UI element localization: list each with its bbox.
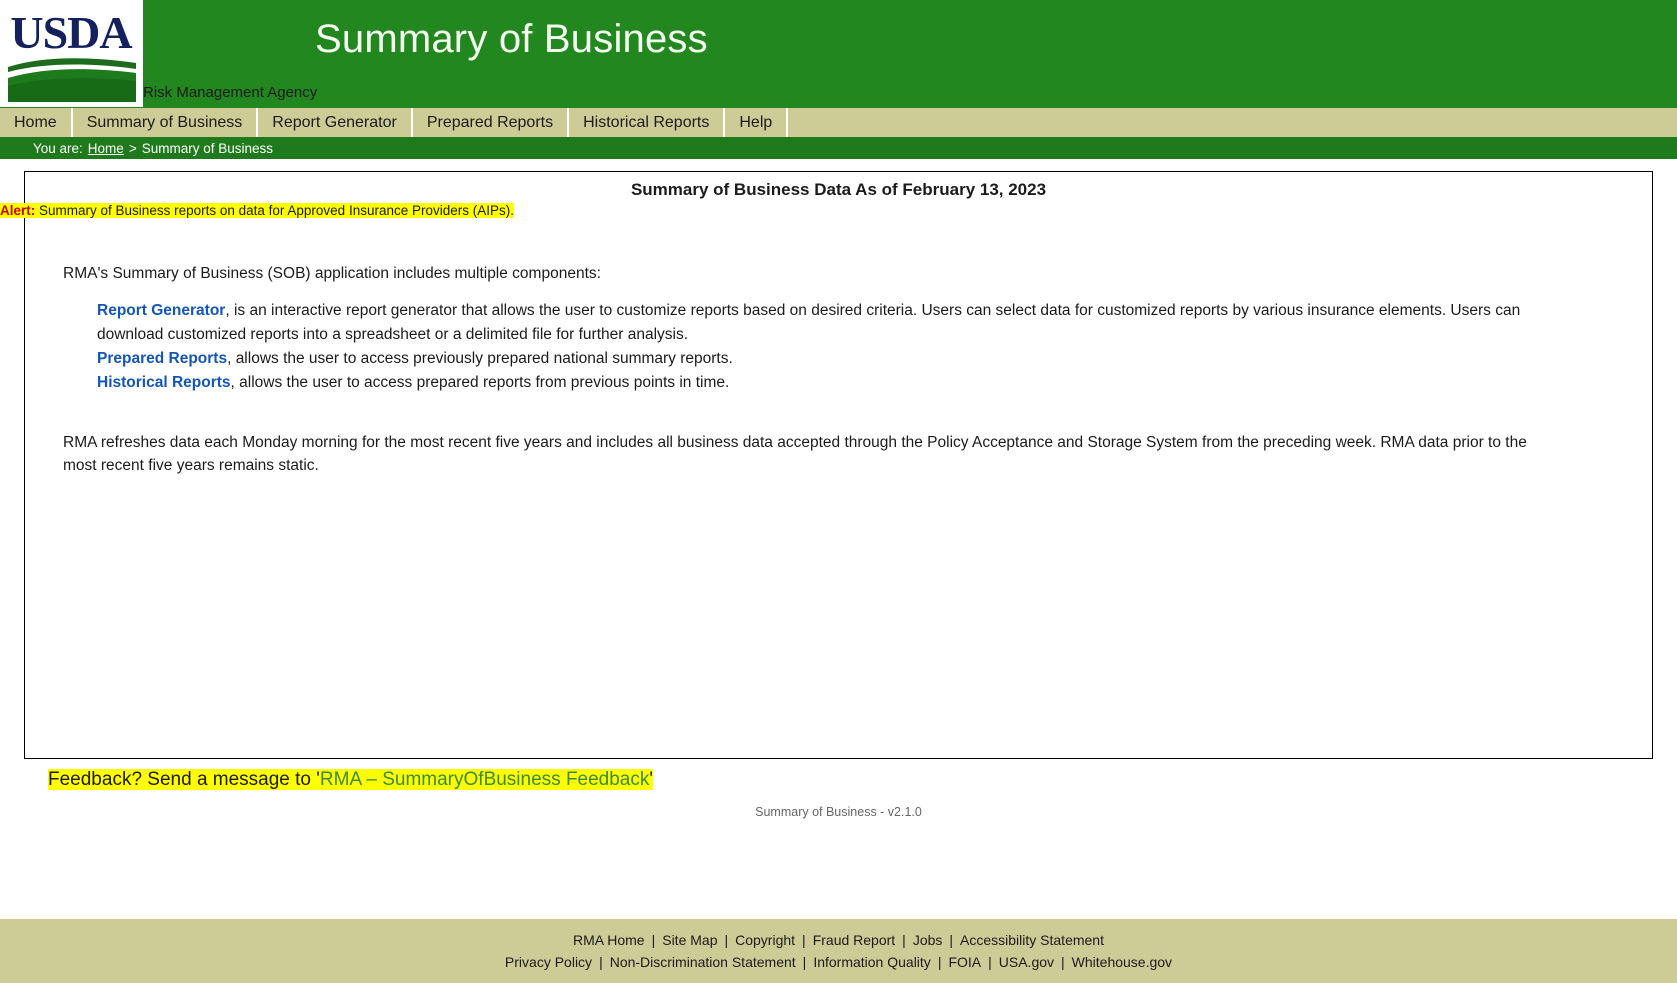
footer-separator: | [802, 954, 807, 970]
footer-link-copyright[interactable]: Copyright [735, 932, 795, 948]
component-prepared-reports: Prepared Reports, allows the user to acc… [97, 347, 1552, 371]
page-root: USDA Summary of Business Risk Management… [0, 0, 1677, 983]
link-historical-reports[interactable]: Historical Reports [97, 374, 231, 391]
footer-link-whitehouse-gov[interactable]: Whitehouse.gov [1072, 954, 1172, 970]
content-wrapper: Summary of Business Data As of February … [0, 159, 1677, 819]
footer-separator: | [651, 932, 656, 948]
footer-link-rma-home[interactable]: RMA Home [573, 932, 645, 948]
banner-title: Summary of Business [315, 17, 708, 61]
usda-logo-icon: USDA [0, 0, 143, 107]
nav-item-summary-of-business[interactable]: Summary of Business [72, 108, 259, 137]
site-banner: USDA Summary of Business Risk Management… [0, 0, 1677, 108]
footer-separator: | [1061, 954, 1065, 970]
footer-link-accessibility-statement[interactable]: Accessibility Statement [960, 932, 1104, 948]
feedback-line: Feedback? Send a message to 'RMA – Summa… [48, 769, 654, 791]
nav-item-prepared-reports[interactable]: Prepared Reports [412, 108, 570, 137]
link-prepared-reports[interactable]: Prepared Reports [97, 350, 227, 367]
alert-message: Summary of Business reports on data for … [39, 203, 514, 218]
footer-link-site-map[interactable]: Site Map [662, 932, 717, 948]
main-navigation: Home Summary of Business Report Generato… [0, 108, 1677, 137]
components-list: Report Generator, is an interactive repo… [97, 299, 1552, 395]
footer-link-privacy-policy[interactable]: Privacy Policy [505, 954, 592, 970]
footer-separator: | [724, 932, 729, 948]
feedback-link[interactable]: RMA – SummaryOfBusiness Feedback [320, 769, 649, 790]
svg-text:USDA: USDA [10, 7, 132, 58]
footer-separator: | [949, 932, 954, 948]
breadcrumb-separator: > [128, 140, 137, 156]
refresh-note: RMA refreshes data each Monday morning f… [63, 434, 1527, 475]
breadcrumb-prefix: You are: [33, 140, 83, 156]
alert-banner: Alert: Summary of Business reports on da… [0, 203, 514, 218]
footer-link-non-discrimination-statement[interactable]: Non-Discrimination Statement [610, 954, 796, 970]
footer-row-primary: RMA Home | Site Map | Copyright | Fraud … [573, 932, 1104, 948]
feedback-prefix: Feedback? Send a message to ' [48, 769, 320, 790]
footer-separator: | [988, 954, 992, 970]
footer-row-secondary: Privacy Policy | Non-Discrimination Stat… [505, 954, 1172, 970]
footer-separator: | [902, 932, 906, 948]
link-report-generator[interactable]: Report Generator [97, 302, 225, 319]
nav-item-help[interactable]: Help [725, 108, 789, 137]
footer-link-jobs[interactable]: Jobs [913, 932, 943, 948]
content-panel: Summary of Business Data As of February … [0, 171, 1653, 759]
site-footer: RMA Home | Site Map | Copyright | Fraud … [0, 919, 1677, 983]
nav-spacer [788, 108, 1677, 137]
breadcrumb-current: Summary of Business [141, 140, 273, 156]
app-version: Summary of Business - v2.1.0 [755, 805, 922, 819]
component-report-generator-text: , is an interactive report generator tha… [97, 302, 1521, 344]
nav-item-home[interactable]: Home [0, 108, 73, 137]
footer-link-fraud-report[interactable]: Fraud Report [813, 932, 895, 948]
agency-name: Risk Management Agency [143, 84, 318, 101]
component-historical-reports-text: , allows the user to access prepared rep… [230, 374, 730, 392]
breadcrumb: You are: Home > Summary of Business [0, 137, 1677, 159]
component-historical-reports: Historical Reports, allows the user to a… [97, 371, 1552, 395]
footer-link-foia[interactable]: FOIA [948, 954, 981, 970]
footer-separator: | [937, 954, 942, 970]
footer-link-information-quality[interactable]: Information Quality [813, 954, 931, 970]
usda-logo[interactable]: USDA [0, 0, 143, 107]
component-report-generator: Report Generator, is an interactive repo… [97, 299, 1552, 347]
footer-separator: | [599, 954, 603, 970]
footer-link-usa-gov[interactable]: USA.gov [999, 954, 1054, 970]
banner-center: Summary of Business Risk Management Agen… [143, 0, 1677, 108]
alert-label: Alert: [0, 203, 36, 218]
nav-item-historical-reports[interactable]: Historical Reports [569, 108, 726, 137]
footer-separator: | [802, 932, 806, 948]
feedback-suffix: ' [649, 769, 654, 790]
breadcrumb-link-home[interactable]: Home [88, 141, 124, 156]
nav-item-report-generator[interactable]: Report Generator [258, 108, 413, 137]
component-prepared-reports-text: , allows the user to access previously p… [227, 350, 733, 368]
intro-paragraph: RMA's Summary of Business (SOB) applicat… [63, 265, 601, 282]
page-title: Summary of Business Data As of February … [630, 180, 1047, 199]
